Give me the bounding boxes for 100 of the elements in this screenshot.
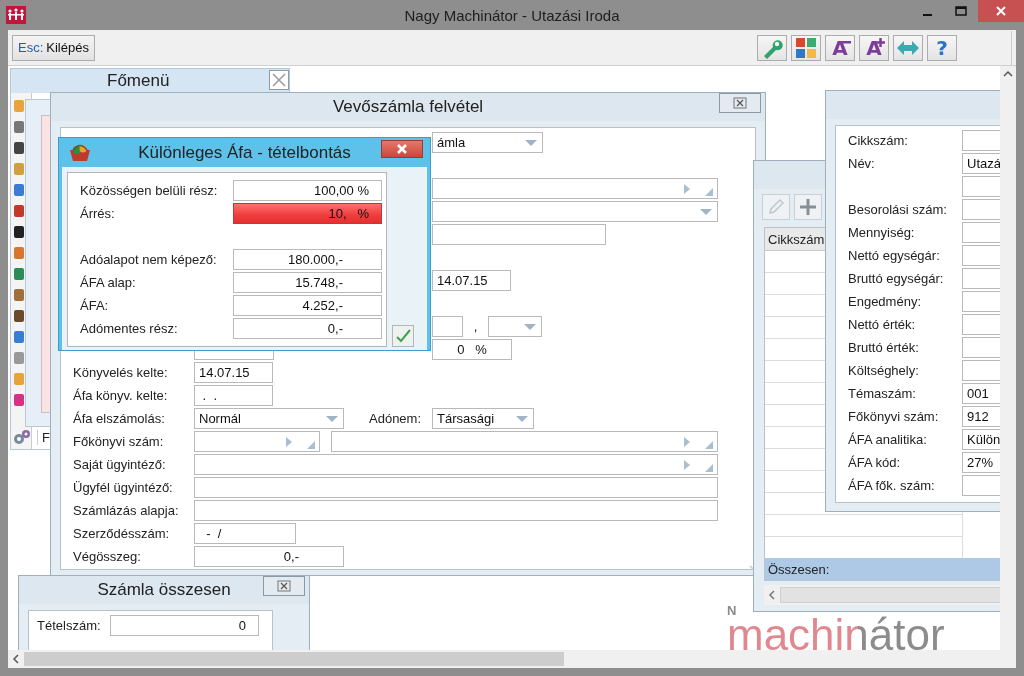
right-arrow-icon[interactable] xyxy=(683,182,691,195)
dropdown-field[interactable]: Normál xyxy=(194,408,344,429)
field-label: Mennyiség: xyxy=(848,225,916,240)
field-label: Nettó érték: xyxy=(848,317,917,332)
horizontal-scrollbar[interactable] xyxy=(764,585,1000,605)
right-arrow-icon[interactable] xyxy=(285,435,293,448)
input-field[interactable]: 0,- xyxy=(194,546,344,567)
input-field[interactable] xyxy=(194,454,718,475)
menu-item-icon[interactable] xyxy=(13,141,25,155)
minimize-icon xyxy=(922,14,932,16)
input-field[interactable]: 14.07.15 xyxy=(432,270,511,291)
dropdown-arrow-icon[interactable] xyxy=(325,414,339,423)
dropdown-field[interactable] xyxy=(432,201,718,222)
corner-triangle-icon[interactable] xyxy=(705,464,713,472)
dropdown-field[interactable]: Társasági xyxy=(432,408,534,429)
column-header[interactable]: Cikkszám xyxy=(765,228,828,250)
field-label: ÁFA alap: xyxy=(80,275,137,290)
input-field[interactable] xyxy=(331,431,718,452)
input-field[interactable]: 912 xyxy=(962,406,1000,427)
close-button[interactable] xyxy=(978,0,1024,22)
input-field[interactable]: 0 % xyxy=(432,339,512,360)
input-field[interactable]: 4.252,- xyxy=(233,295,382,316)
gears-icon[interactable] xyxy=(13,429,31,445)
field-label: Bruttó érték: xyxy=(848,340,920,355)
horizontal-scrollbar[interactable] xyxy=(8,650,1000,668)
separator-text: , xyxy=(472,319,479,334)
corner-triangle-icon[interactable] xyxy=(705,188,713,196)
input-field[interactable]: Utazá xyxy=(962,153,1000,174)
input-field[interactable] xyxy=(432,316,463,337)
dropdown-arrow-icon[interactable] xyxy=(699,207,713,216)
field-label: Bruttó egységár: xyxy=(848,271,945,286)
dropdown-arrow-icon[interactable] xyxy=(524,138,538,147)
dropdown-arrow-icon[interactable] xyxy=(515,414,529,423)
close-icon xyxy=(996,6,1006,16)
field-label: Név: xyxy=(848,156,876,171)
corner-triangle-icon[interactable] xyxy=(307,441,315,449)
input-field[interactable] xyxy=(194,477,718,498)
close-button[interactable] xyxy=(269,70,289,90)
increase-font-button[interactable]: A xyxy=(859,34,889,61)
menu-item-icon[interactable] xyxy=(13,225,25,239)
field-label: Áfa elszámolás: xyxy=(73,411,166,426)
window-title: Különleges Áfa - tételbontás xyxy=(138,142,351,163)
field-label: Végösszeg: xyxy=(73,549,142,564)
scroll-left-icon[interactable] xyxy=(768,590,776,600)
field-label: Könyvelés kelte: xyxy=(73,365,169,380)
input-field[interactable]: 100,00 % xyxy=(233,180,382,201)
input-field[interactable]: 001 xyxy=(962,383,1000,404)
corner-triangle-icon[interactable] xyxy=(705,441,713,449)
close-button[interactable] xyxy=(381,140,423,158)
field-label: Adónem: xyxy=(369,411,423,426)
field-label: Tételszám: xyxy=(37,618,102,633)
close-icon xyxy=(277,580,291,592)
close-icon xyxy=(272,73,286,87)
summary-label: Összesen: xyxy=(768,561,830,577)
wrench-button[interactable] xyxy=(757,34,787,61)
window-title: Számla összesen xyxy=(97,580,231,600)
input-field[interactable]: 15.748,- xyxy=(233,272,382,293)
scroll-up-icon[interactable] xyxy=(1003,70,1013,77)
input-field[interactable]: - / xyxy=(194,523,296,544)
field-label: Szerződésszám: xyxy=(73,526,171,541)
resize-button[interactable] xyxy=(893,34,923,61)
help-button[interactable]: ? xyxy=(927,34,957,61)
input-field[interactable]: 27% xyxy=(962,452,1000,473)
dropdown-field[interactable]: ámla xyxy=(432,132,543,153)
field-label: ÁFA analitika: xyxy=(848,432,928,447)
close-icon xyxy=(733,97,747,109)
dropdown-arrow-icon[interactable] xyxy=(523,322,537,331)
input-field[interactable]: 0,- xyxy=(233,318,382,339)
field-label: Főkönyvi szám: xyxy=(73,434,165,449)
exit-button[interactable]: Esc: Kilépés xyxy=(12,34,95,61)
input-field[interactable] xyxy=(194,431,320,452)
decrease-font-button[interactable]: A xyxy=(825,34,855,61)
dropdown-field[interactable] xyxy=(488,316,542,337)
input-field[interactable]: 10, % xyxy=(233,203,382,224)
input-field[interactable] xyxy=(432,178,718,199)
vertical-scrollbar[interactable] xyxy=(1000,66,1016,650)
field-label: Nettó egységár: xyxy=(848,248,941,263)
field-label: Besorolási szám: xyxy=(848,202,948,217)
input-field[interactable]: 180.000,- xyxy=(233,249,382,270)
scroll-left-icon[interactable] xyxy=(12,654,20,664)
checkmark-icon xyxy=(395,328,411,344)
scrollbar-thumb[interactable] xyxy=(780,587,1000,603)
scrollbar-thumb[interactable] xyxy=(24,652,564,666)
right-arrow-icon[interactable] xyxy=(683,458,691,471)
ok-button[interactable] xyxy=(392,325,414,347)
input-field[interactable]: 14.07.15 xyxy=(194,362,273,383)
tiles-button[interactable] xyxy=(791,34,821,61)
input-field[interactable]: Külön xyxy=(962,429,1000,450)
add-button[interactable] xyxy=(794,194,822,220)
input-field[interactable] xyxy=(194,500,718,521)
input-field[interactable] xyxy=(432,224,606,245)
field-label: Cikkszám: xyxy=(848,133,909,148)
field-label: ÁFA fők. szám: xyxy=(848,478,936,493)
field-label: ÁFA kód: xyxy=(848,455,902,470)
right-arrow-icon[interactable] xyxy=(683,435,691,448)
input-field[interactable]: . . xyxy=(194,385,273,406)
logo-text: machinátor xyxy=(727,613,945,650)
input-field[interactable]: 0 xyxy=(110,615,259,636)
menu-item[interactable]: F xyxy=(37,429,50,445)
menu-item-icon[interactable] xyxy=(13,309,25,323)
